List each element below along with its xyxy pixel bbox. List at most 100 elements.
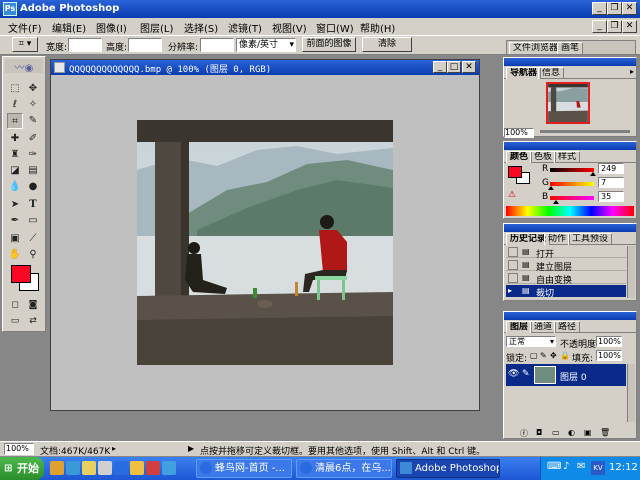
tab-tool-presets[interactable]: 工具预设 [568,233,613,245]
lock-image-icon[interactable]: ✎ [540,351,547,360]
history-item[interactable]: ▤ 打开 [506,246,626,260]
adobe-online-button[interactable]: 〰◉ [5,59,43,74]
quicklaunch-icon[interactable] [50,461,64,475]
crop-tool[interactable]: ⌗ [7,113,23,129]
adjustment-layer-icon[interactable]: ◐ [568,428,575,437]
g-slider[interactable] [548,182,594,190]
clone-stamp-tool[interactable]: ♜ [7,147,23,163]
tab-info[interactable]: 信息 [538,67,565,79]
close-button[interactable]: ✕ [622,2,637,15]
menu-view[interactable]: 视图(V) [272,20,307,35]
gradient-tool[interactable]: ▤ [25,163,41,179]
shape-tool[interactable]: ▭ [25,213,41,229]
navigator-zoom-field[interactable]: 100% [504,128,534,138]
r-slider[interactable] [550,168,596,176]
tab-file-browser[interactable]: 文件浏览器 [509,42,563,54]
notes-tool[interactable]: ▣ [7,231,23,247]
history-snapshot-box[interactable] [508,260,518,270]
color-fg-swatch[interactable] [508,166,522,178]
blur-tool[interactable]: 💧 [7,179,23,195]
tray-icon[interactable]: ⌨ [547,461,561,472]
b-value-input[interactable]: 35 [598,191,624,202]
slice-tool[interactable]: ✎ [25,113,41,129]
height-input[interactable] [128,38,162,52]
b-slider[interactable] [550,196,594,204]
eyedropper-tool[interactable]: ⟋ [25,231,41,247]
pen-tool[interactable]: ✒ [7,213,23,229]
trash-icon[interactable]: 🗑 [600,428,610,437]
brush-tool[interactable]: ✐ [25,131,41,147]
g-value-input[interactable]: 7 [598,177,624,188]
color-panel-grip[interactable] [504,142,636,150]
volume-icon[interactable]: ♪ [563,461,569,472]
quicklaunch-icon[interactable] [82,461,96,475]
restore-button[interactable]: ❐ [607,2,622,15]
lock-position-icon[interactable]: ✥ [550,351,557,360]
marquee-tool[interactable]: ⬚ [7,81,23,97]
standard-mode-button[interactable]: ◻ [7,297,23,313]
tool-preset-picker[interactable]: ⌗ ▾ [12,37,38,52]
unit-select[interactable]: 像素/英寸 ▾ [236,38,296,52]
lock-all-icon[interactable]: 🔒 [560,351,570,360]
tray-icon[interactable]: ✉ [577,461,585,472]
doc-window-minimize[interactable]: _ [433,61,447,73]
doc-minimize-button[interactable]: _ [592,20,607,33]
type-tool[interactable]: T [25,197,41,213]
healing-brush-tool[interactable]: ✚ [7,131,23,147]
menu-layer[interactable]: 图层(L) [140,20,173,35]
status-menu-arrow-icon[interactable]: ▸ [112,444,116,453]
taskbar-item[interactable]: 蜂鸟网-首页 -... [196,459,292,478]
canvas-area[interactable] [51,75,479,410]
tab-actions[interactable]: 动作 [544,233,571,245]
layer-set-icon[interactable]: ▭ [552,428,560,437]
quicklaunch-icon[interactable] [162,461,176,475]
layers-panel-grip[interactable] [504,312,636,320]
quicklaunch-icon[interactable] [146,461,160,475]
layer-style-icon[interactable]: ⓕ [520,428,528,439]
navigator-thumbnail[interactable] [546,82,590,124]
qq-icon[interactable] [130,461,144,475]
photo-canvas[interactable] [137,120,393,365]
zoom-tool[interactable]: ⚲ [25,247,41,263]
eraser-tool[interactable]: ◪ [7,163,23,179]
layers-scrollbar[interactable] [627,364,635,422]
color-spectrum-bar[interactable] [506,206,634,216]
menu-edit[interactable]: 编辑(E) [52,20,86,35]
clear-button[interactable]: 清除 [362,37,412,52]
history-brush-tool[interactable]: ✑ [25,147,41,163]
front-image-button[interactable]: 前面的图像 [302,37,356,52]
r-slider-thumb[interactable] [589,172,596,176]
path-selection-tool[interactable]: ➤ [7,197,23,213]
ime-indicator[interactable]: KV [591,461,605,475]
screen-mode-button[interactable]: ▭ [7,313,23,329]
lasso-tool[interactable]: ℓ [7,97,23,113]
start-button[interactable]: ⊞ 开始 [0,457,44,480]
dodge-tool[interactable]: ● [25,179,41,195]
zoom-level-field[interactable]: 100% [4,443,34,455]
navigator-panel-grip[interactable] [504,58,636,66]
minimize-button[interactable]: _ [592,2,607,15]
new-layer-icon[interactable]: ▣ [584,428,592,437]
g-slider-thumb[interactable] [548,186,555,190]
eye-icon[interactable]: 👁 [508,369,519,379]
tab-styles[interactable]: 样式 [554,151,581,163]
quicklaunch-icon[interactable] [98,461,112,475]
history-snapshot-box[interactable] [508,247,518,257]
doc-restore-button[interactable]: ❐ [607,20,622,33]
b-slider-thumb[interactable] [553,200,560,204]
doc-window-close[interactable]: ✕ [462,61,476,73]
resolution-input[interactable] [200,38,234,52]
tab-color[interactable]: 颜色 [506,151,533,163]
history-panel-grip[interactable] [504,224,636,232]
taskbar-item-active[interactable]: Adobe Photoshop [396,459,500,478]
doc-close-button[interactable]: ✕ [622,20,637,33]
history-item-selected[interactable]: ▸ ▤ 裁切 [506,285,626,299]
tab-swatches[interactable]: 色板 [530,151,557,163]
panel-menu-icon[interactable]: ▸ [630,67,634,76]
lock-transparency-icon[interactable]: ▢ [530,351,538,360]
tab-layers[interactable]: 图层 [506,321,533,333]
taskbar-item[interactable]: 清晨6点，在乌... [296,459,392,478]
quicklaunch-icon[interactable] [66,461,80,475]
jump-to-imageready-button[interactable]: ⇄ [25,313,41,329]
tab-brushes[interactable]: 画笔 [557,42,584,54]
